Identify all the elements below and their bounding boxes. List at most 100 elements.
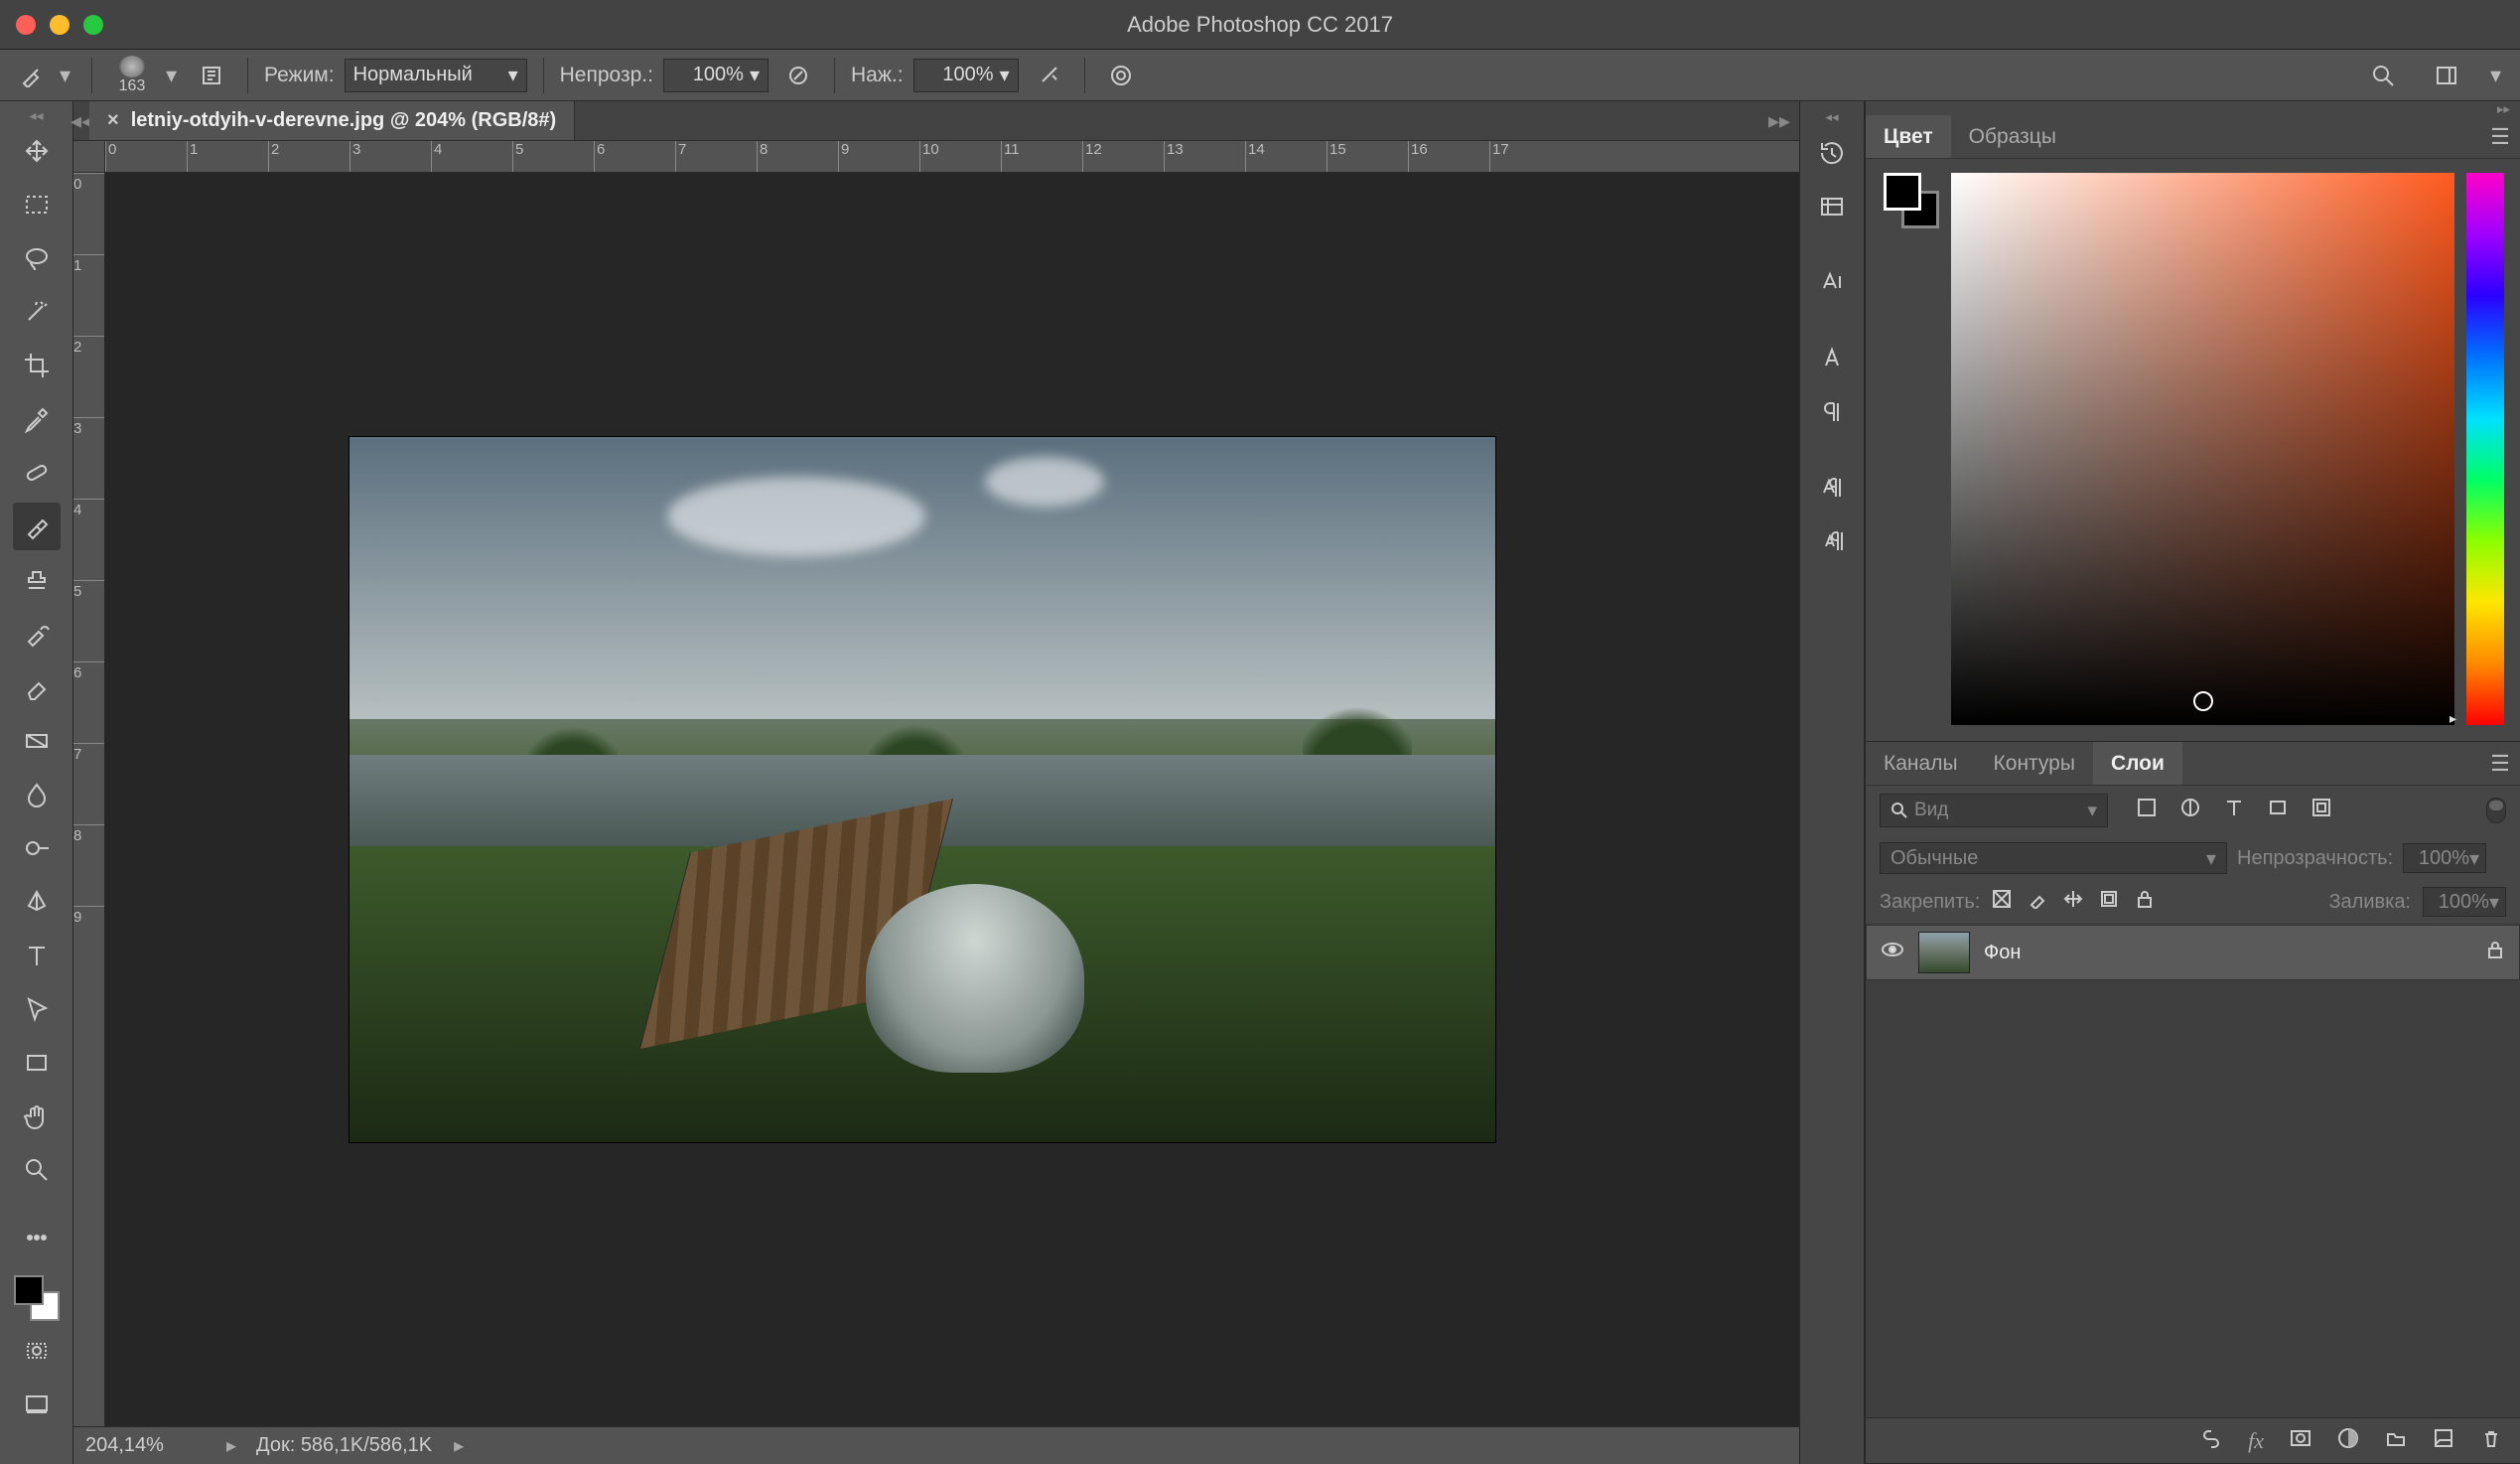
healing-brush-tool[interactable]	[13, 449, 61, 497]
right-collapse-handle[interactable]: ▸▸	[1866, 101, 2520, 115]
pressure-opacity-toggle[interactable]	[778, 56, 818, 95]
layer-style-button[interactable]: fx	[2248, 1428, 2264, 1454]
adjustment-layer-button[interactable]	[2337, 1427, 2359, 1455]
chevron-right-icon[interactable]: ▸	[454, 1433, 464, 1458]
shape-tool[interactable]	[13, 1039, 61, 1087]
hue-slider[interactable]	[2466, 173, 2504, 725]
flow-dropdown[interactable]: 100% ▾	[913, 59, 1019, 92]
layer-fill-input[interactable]: 100% ▾	[2423, 887, 2506, 917]
tool-preset-picker[interactable]	[14, 58, 50, 93]
lock-all-icon[interactable]	[2135, 889, 2155, 915]
filter-adjustment-icon[interactable]	[2179, 797, 2201, 824]
layer-opacity-input[interactable]: 100% ▾	[2403, 843, 2486, 873]
marquee-tool[interactable]	[13, 181, 61, 228]
history-panel-button[interactable]	[1808, 129, 1856, 177]
fgbg-swatches-mini[interactable]	[1884, 173, 1939, 228]
tab-channels[interactable]: Каналы	[1866, 742, 1976, 785]
paragraph-styles-panel-button[interactable]	[1808, 516, 1856, 564]
chevron-down-icon[interactable]: ▾	[60, 63, 75, 88]
group-button[interactable]	[2385, 1427, 2407, 1455]
visibility-toggle[interactable]	[1881, 938, 1904, 967]
layer-list[interactable]: Фон	[1866, 923, 2520, 1417]
airbrush-toggle[interactable]	[1029, 56, 1068, 95]
tab-color[interactable]: Цвет	[1866, 115, 1951, 158]
lasso-tool[interactable]	[13, 234, 61, 282]
character-styles-panel-button[interactable]	[1808, 463, 1856, 511]
foreground-color-swatch[interactable]	[14, 1275, 44, 1305]
lock-icon[interactable]	[2485, 940, 2505, 965]
new-layer-button[interactable]	[2433, 1427, 2454, 1455]
delete-layer-button[interactable]	[2480, 1427, 2502, 1455]
close-icon[interactable]: ×	[107, 109, 119, 132]
brush-tool[interactable]	[13, 503, 61, 550]
history-brush-tool[interactable]	[13, 610, 61, 658]
layer-mask-button[interactable]	[2290, 1427, 2311, 1455]
tab-layers[interactable]: Слои	[2093, 742, 2182, 785]
link-layers-button[interactable]	[2200, 1427, 2222, 1455]
lock-position-icon[interactable]	[2063, 889, 2083, 915]
hand-tool[interactable]	[13, 1093, 61, 1140]
properties-panel-button[interactable]	[1808, 183, 1856, 230]
layer-filter-toggle[interactable]	[2486, 798, 2506, 823]
doc-size-label[interactable]: Док: 586,1K/586,1K	[256, 1434, 432, 1457]
chevron-down-icon[interactable]: ▾	[166, 63, 182, 88]
opacity-dropdown[interactable]: 100% ▾	[663, 59, 769, 92]
filter-pixel-icon[interactable]	[2136, 797, 2158, 824]
layer-item[interactable]: Фон	[1866, 925, 2520, 980]
brush-panel-toggle[interactable]	[192, 56, 231, 95]
window-minimize-button[interactable]	[50, 15, 70, 35]
brush-preset-picker[interactable]: 163	[108, 56, 156, 95]
tabstrip-collapse-right-handle[interactable]: ▸▸	[1759, 108, 1799, 134]
tab-paths[interactable]: Контуры	[1976, 742, 2093, 785]
pressure-size-toggle[interactable]	[1101, 56, 1141, 95]
clone-stamp-tool[interactable]	[13, 556, 61, 604]
pen-tool[interactable]	[13, 878, 61, 926]
filter-shape-icon[interactable]	[2267, 797, 2289, 824]
color-field[interactable]: ▸	[1951, 173, 2454, 725]
panel-menu-button[interactable]: ☰	[2480, 124, 2520, 150]
blend-mode-dropdown[interactable]: Обычные ▾	[1880, 842, 2227, 874]
lock-transparency-icon[interactable]	[1992, 889, 2012, 915]
chevron-down-icon[interactable]: ▾	[2490, 63, 2506, 88]
tab-swatches[interactable]: Образцы	[1951, 115, 2074, 158]
layer-name[interactable]: Фон	[1984, 942, 2021, 964]
eyedropper-tool[interactable]	[13, 395, 61, 443]
horizontal-ruler[interactable]: 01234567891011121314151617	[105, 141, 1799, 173]
filter-type-icon[interactable]	[2223, 797, 2245, 824]
color-field-arrow-icon[interactable]: ▸	[2450, 710, 2456, 727]
character-panel-button[interactable]	[1808, 334, 1856, 381]
blur-tool[interactable]	[13, 771, 61, 818]
tabstrip-collapse-handle[interactable]: ◂◂	[73, 101, 89, 140]
lock-pixels-icon[interactable]	[2028, 889, 2047, 915]
gradient-tool[interactable]	[13, 717, 61, 765]
edit-toolbar-button[interactable]	[13, 1214, 61, 1261]
paragraph-panel-button[interactable]	[1808, 387, 1856, 435]
move-tool[interactable]	[13, 127, 61, 175]
brushes-panel-button[interactable]	[1808, 258, 1856, 306]
layer-filter-dropdown[interactable]: Вид ▾	[1880, 794, 2108, 827]
panel-menu-button[interactable]: ☰	[2480, 751, 2520, 777]
lock-artboard-icon[interactable]	[2099, 889, 2119, 915]
eraser-tool[interactable]	[13, 663, 61, 711]
color-picker-ring[interactable]	[2193, 691, 2213, 711]
type-tool[interactable]	[13, 932, 61, 979]
zoom-tool[interactable]	[13, 1146, 61, 1194]
zoom-level[interactable]: 204,14%	[85, 1434, 205, 1457]
ruler-origin[interactable]	[73, 141, 105, 173]
toolbar-collapse-handle[interactable]: ◂◂	[0, 107, 73, 121]
blend-mode-dropdown[interactable]: Нормальный ▾	[345, 59, 527, 92]
color-swatches[interactable]	[14, 1275, 60, 1321]
fg-swatch-mini[interactable]	[1884, 173, 1921, 211]
filter-smart-icon[interactable]	[2310, 797, 2332, 824]
search-button[interactable]	[2363, 56, 2403, 95]
layer-thumbnail[interactable]	[1918, 932, 1970, 973]
window-maximize-button[interactable]	[83, 15, 103, 35]
window-close-button[interactable]	[16, 15, 36, 35]
vertical-ruler[interactable]: 0123456789	[73, 173, 105, 1426]
path-selection-tool[interactable]	[13, 985, 61, 1033]
crop-tool[interactable]	[13, 342, 61, 389]
dodge-tool[interactable]	[13, 824, 61, 872]
workspace-switcher[interactable]	[2427, 56, 2466, 95]
chevron-right-icon[interactable]: ▸	[226, 1433, 236, 1458]
canvas[interactable]	[105, 173, 1799, 1426]
